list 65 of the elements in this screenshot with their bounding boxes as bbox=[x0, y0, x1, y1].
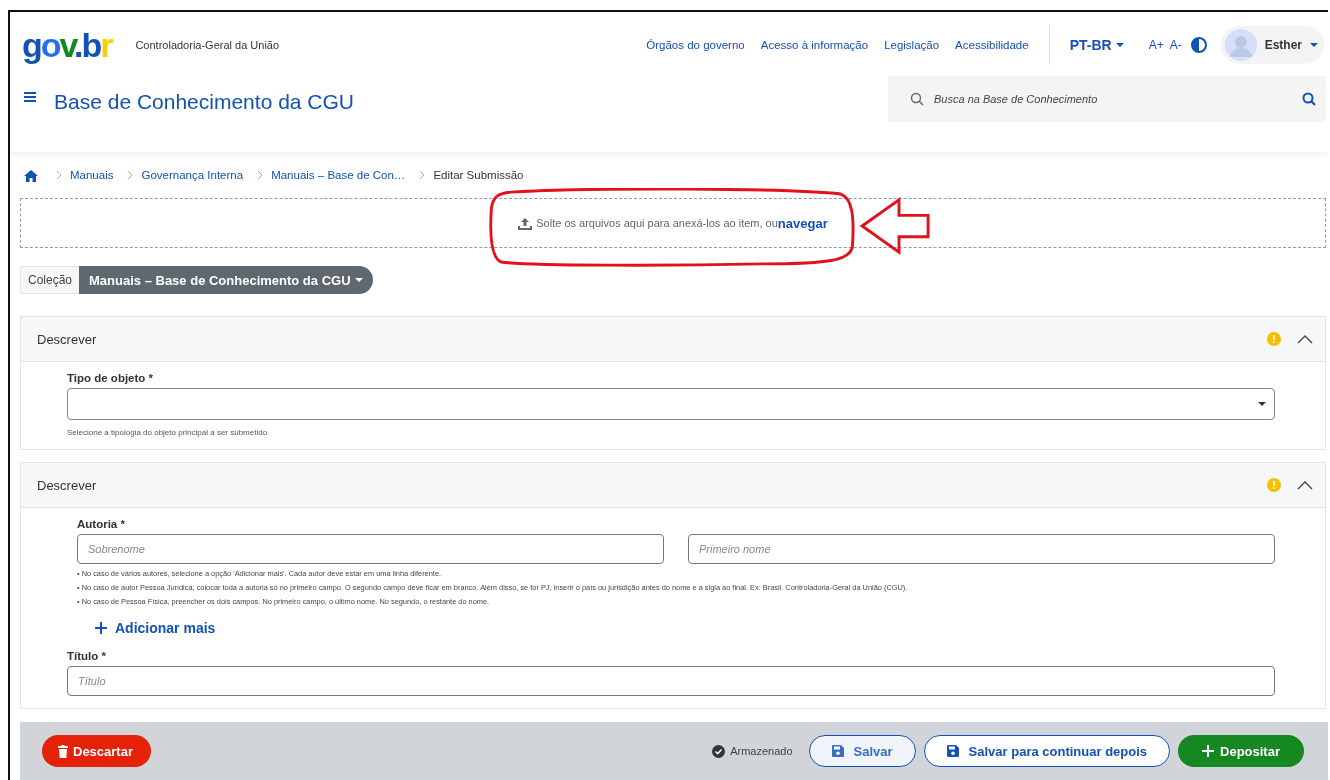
caret-icon bbox=[354, 278, 363, 282]
check-icon bbox=[712, 744, 726, 758]
chevron-icon bbox=[56, 170, 62, 180]
plus-icon bbox=[95, 622, 107, 634]
header-link[interactable]: Acessibilidade bbox=[955, 39, 1029, 51]
header-link[interactable]: Acesso à informação bbox=[760, 39, 869, 51]
save-button[interactable]: Salvar bbox=[808, 735, 916, 767]
logo: gov.br bbox=[22, 28, 112, 62]
breadcrumb-current: Editar Submissão bbox=[433, 169, 524, 181]
section-title: Descrever bbox=[37, 477, 98, 493]
dropzone-text: Solte os arquivos aqui para anexá-los ao item, ou bbox=[536, 217, 778, 229]
contrast-icon[interactable] bbox=[1190, 37, 1207, 53]
site-title: Base de Conhecimento da CGU bbox=[54, 90, 354, 114]
search-icon bbox=[910, 92, 924, 106]
search-icon bbox=[1302, 92, 1316, 106]
breadcrumb-link[interactable]: Manuais – Base de Con… bbox=[271, 169, 406, 181]
discard-button[interactable]: Descartar bbox=[42, 735, 151, 767]
section-header[interactable]: Descrever bbox=[21, 317, 1325, 362]
home-icon bbox=[24, 168, 38, 182]
trash-icon bbox=[58, 744, 68, 758]
deposit-button[interactable]: Depositar bbox=[1178, 735, 1304, 767]
browse-link[interactable]: navegar bbox=[777, 215, 828, 231]
caret-icon bbox=[1258, 402, 1266, 406]
arrow-icon bbox=[859, 197, 930, 256]
save-icon bbox=[946, 745, 959, 757]
user-menu[interactable]: Esther bbox=[1220, 26, 1324, 64]
save-later-button[interactable]: Salvar para continuar depois bbox=[923, 735, 1171, 767]
caret-icon bbox=[1310, 43, 1318, 47]
breadcrumb-link[interactable]: Manuais bbox=[70, 169, 114, 181]
field-label: Título * bbox=[67, 650, 107, 662]
header-link[interactable]: Órgãos do governo bbox=[646, 39, 745, 51]
chevron-icon bbox=[127, 170, 134, 180]
caret-icon bbox=[1115, 43, 1124, 47]
breadcrumb-link[interactable]: Governança Interna bbox=[141, 169, 244, 181]
font-decrease-button[interactable]: A- bbox=[1166, 38, 1185, 52]
field-hint: Selecione a tipologia do objeto principal a ser submetido bbox=[67, 428, 269, 437]
input-field[interactable]: Primeiro nome bbox=[688, 534, 1275, 564]
organization-name: Controladoria-Geral da União bbox=[135, 39, 280, 51]
search-input[interactable]: Busca na Base de Conhecimento bbox=[932, 92, 1302, 106]
select-field[interactable] bbox=[67, 388, 1275, 420]
menu-icon bbox=[24, 92, 36, 102]
collection-dropdown[interactable]: Manuais – Base de Conhecimento da CGU bbox=[79, 266, 373, 294]
collapse-icon[interactable] bbox=[1297, 334, 1313, 344]
field-label: Tipo de objeto * bbox=[67, 372, 155, 384]
add-more-button[interactable]: Adicionar mais bbox=[95, 620, 216, 636]
chevron-icon bbox=[419, 170, 426, 180]
section-header[interactable]: Descrever bbox=[21, 463, 1325, 508]
input-field[interactable]: Sobrenome bbox=[77, 534, 664, 564]
header-link[interactable]: Legislação bbox=[884, 39, 940, 51]
collection-label: Coleção bbox=[20, 266, 80, 294]
plus-icon bbox=[1202, 745, 1215, 757]
save-icon bbox=[831, 745, 844, 757]
section-title: Descrever bbox=[37, 331, 98, 347]
dropzone[interactable]: Solte os arquivos aqui para anexá-los ao item, ounavegar bbox=[20, 198, 1326, 248]
input-field[interactable]: Título bbox=[67, 666, 1275, 696]
language-selector[interactable]: PT-BR bbox=[1069, 37, 1124, 53]
status-text: Armazenado bbox=[730, 745, 793, 757]
menu-button[interactable] bbox=[24, 90, 36, 105]
field-label: Autoria * bbox=[77, 518, 126, 530]
upload-icon bbox=[518, 216, 533, 230]
collapse-icon[interactable] bbox=[1297, 480, 1313, 490]
font-increase-button[interactable]: A+ bbox=[1145, 38, 1167, 52]
search-field[interactable]: Busca na Base de Conhecimento bbox=[888, 76, 1326, 122]
avatar-icon bbox=[1224, 29, 1257, 61]
chevron-icon bbox=[257, 170, 264, 180]
